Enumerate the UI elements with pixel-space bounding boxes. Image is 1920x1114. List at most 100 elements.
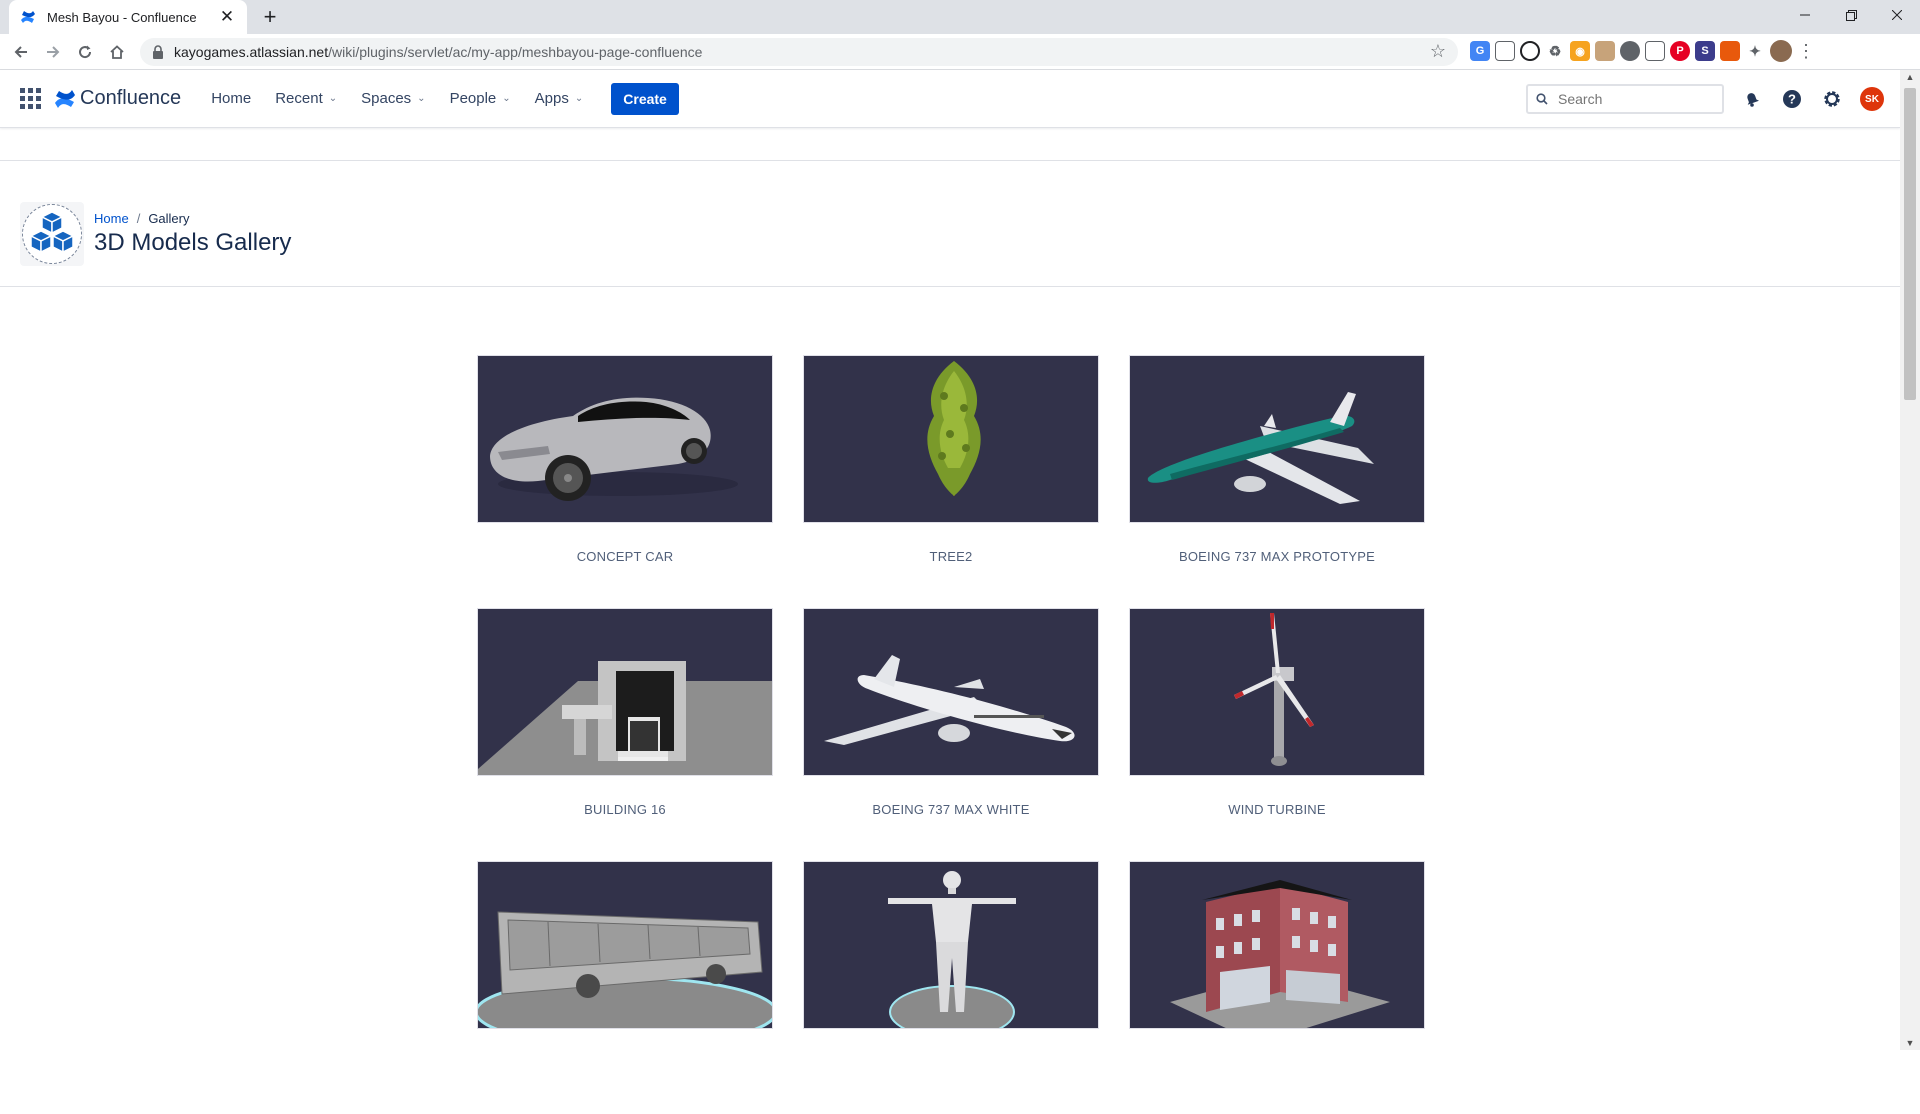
browser-tab[interactable]: Mesh Bayou - Confluence ✕	[9, 0, 247, 34]
model-caption: CONCEPT CAR	[576, 549, 674, 564]
browser-toolbar: kayogames.atlassian.net/wiki/plugins/ser…	[0, 34, 1920, 70]
gallery-card[interactable]: CONCEPT CAR	[477, 355, 773, 608]
space-logo[interactable]	[20, 202, 84, 266]
car-model-icon	[490, 397, 738, 501]
pocket-extension-icon[interactable]	[1495, 41, 1515, 61]
scroll-up-icon[interactable]: ▲	[1900, 72, 1920, 82]
nav-apps[interactable]: Apps ⌄	[523, 90, 596, 107]
model-thumbnail-brick-house[interactable]	[1129, 861, 1425, 1029]
browser-tabstrip: Mesh Bayou - Confluence ✕ +	[0, 0, 1920, 34]
svg-text:?: ?	[1788, 92, 1796, 107]
gallery-card[interactable]	[477, 861, 773, 1114]
model-caption: BUILDING 16	[584, 802, 666, 817]
page-header: Home / Gallery 3D Models Gallery	[0, 161, 1900, 287]
nav-recent[interactable]: Recent ⌄	[263, 90, 349, 107]
nav-home-label: Home	[211, 90, 252, 107]
extensions-bar: G ♻ ◉ P S ✦ ⋮	[1470, 40, 1815, 62]
pinterest-extension-icon[interactable]: P	[1670, 41, 1690, 61]
gallery-card[interactable]: WIND TURBINE	[1129, 608, 1425, 861]
tab-title: Mesh Bayou - Confluence	[47, 9, 197, 25]
main-nav: Home Recent ⌄ Spaces ⌄ People ⌄ Apps ⌄	[199, 90, 595, 107]
gallery-card[interactable]	[803, 861, 1099, 1114]
create-button[interactable]: Create	[611, 82, 679, 115]
tab-close-icon[interactable]: ✕	[217, 7, 237, 27]
sub-bar	[0, 128, 1900, 161]
model-caption: BOEING 737 MAX PROTOTYPE	[1178, 549, 1375, 564]
model-caption: BOEING 737 MAX WHITE	[872, 802, 1030, 817]
cookie-extension-icon[interactable]	[1595, 41, 1615, 61]
search-box[interactable]	[1526, 84, 1724, 114]
nav-apps-label: Apps	[534, 90, 569, 107]
chevron-down-icon: ⌄	[417, 93, 426, 104]
recycle-extension-icon[interactable]: ♻	[1545, 41, 1565, 61]
minimize-icon[interactable]	[1782, 0, 1828, 30]
model-thumbnail-wind-turbine[interactable]	[1129, 608, 1425, 776]
gallery-card[interactable]	[1129, 861, 1425, 1114]
nav-recent-label: Recent	[275, 90, 323, 107]
nav-people[interactable]: People ⌄	[438, 90, 523, 107]
model-thumbnail-boeing-prototype[interactable]	[1129, 355, 1425, 523]
building-model-icon	[478, 661, 772, 775]
bookmark-star-icon[interactable]: ☆	[1430, 41, 1446, 62]
address-bar[interactable]: kayogames.atlassian.net/wiki/plugins/ser…	[140, 38, 1458, 66]
profile-avatar[interactable]	[1770, 40, 1792, 62]
user-avatar[interactable]: SK	[1860, 87, 1884, 111]
model-thumbnail-boeing-white[interactable]	[803, 608, 1099, 776]
help-icon[interactable]: ?	[1772, 79, 1812, 119]
scroll-down-icon[interactable]: ▼	[1900, 1038, 1920, 1048]
confluence-logo[interactable]: Confluence	[54, 87, 181, 110]
browser-menu-icon[interactable]: ⋮	[1797, 41, 1815, 62]
confluence-logo-icon	[55, 89, 75, 108]
breadcrumb-home-link[interactable]: Home	[94, 211, 129, 226]
sync-extension-icon[interactable]	[1520, 41, 1540, 61]
new-tab-button[interactable]: +	[258, 5, 282, 29]
translate-extension-icon[interactable]: G	[1470, 41, 1490, 61]
restore-icon[interactable]	[1828, 0, 1874, 30]
bag-extension-icon[interactable]	[1720, 41, 1740, 61]
breadcrumb-current: Gallery	[148, 211, 190, 226]
gallery-card[interactable]: BOEING 737 MAX WHITE	[803, 608, 1099, 861]
settings-gear-icon[interactable]	[1812, 79, 1852, 119]
model-thumbnail-concept-car[interactable]	[477, 355, 773, 523]
nav-spaces-label: Spaces	[361, 90, 412, 107]
airplane-teal-model-icon	[1147, 392, 1374, 504]
model-gallery: CONCEPT CAR TREE2 BOEING 737 MAX PROTOTY…	[477, 355, 1425, 1114]
tree-model-icon	[927, 361, 981, 496]
back-arrow-icon[interactable]	[8, 39, 34, 65]
wind-turbine-model-icon	[1234, 613, 1314, 766]
gallery-card[interactable]: TREE2	[803, 355, 1099, 608]
search-icon	[1536, 93, 1548, 105]
home-icon[interactable]	[104, 39, 130, 65]
model-thumbnail-bus[interactable]	[477, 861, 773, 1029]
header-right: ? SK	[1526, 70, 1900, 128]
page-scrollbar[interactable]: ▲ ▼	[1900, 70, 1920, 1050]
model-thumbnail-human[interactable]	[803, 861, 1099, 1029]
nav-spaces[interactable]: Spaces ⌄	[349, 90, 437, 107]
scrollbar-thumb[interactable]	[1904, 88, 1916, 400]
model-thumbnail-tree[interactable]	[803, 355, 1099, 523]
notifications-bell-icon[interactable]	[1732, 79, 1772, 119]
url-text: kayogames.atlassian.net/wiki/plugins/ser…	[174, 44, 703, 60]
confluence-header: Confluence Home Recent ⌄ Spaces ⌄ People ⌄ …	[0, 70, 1900, 128]
window-extension-icon[interactable]	[1645, 41, 1665, 61]
circle-extension-icon[interactable]	[1620, 41, 1640, 61]
confluence-logo-text: Confluence	[80, 87, 182, 109]
model-caption: TREE2	[929, 549, 973, 564]
close-window-icon[interactable]	[1874, 0, 1920, 30]
breadcrumb-separator: /	[136, 211, 141, 226]
nav-home[interactable]: Home	[199, 90, 263, 107]
human-model-icon	[888, 871, 1016, 1028]
model-thumbnail-building[interactable]	[477, 608, 773, 776]
confluence-favicon-icon	[19, 8, 37, 26]
lock-icon	[152, 45, 166, 59]
search-input[interactable]	[1556, 90, 1706, 108]
forward-arrow-icon[interactable]	[40, 39, 66, 65]
screen-extension-icon[interactable]: S	[1695, 41, 1715, 61]
puzzle-extensions-icon[interactable]: ✦	[1745, 41, 1765, 61]
reload-icon[interactable]	[72, 39, 98, 65]
app-switcher-icon[interactable]	[20, 87, 42, 110]
gallery-card[interactable]: BOEING 737 MAX PROTOTYPE	[1129, 355, 1425, 608]
gallery-card[interactable]: BUILDING 16	[477, 608, 773, 861]
chevron-down-icon: ⌄	[328, 93, 338, 104]
rss-extension-icon[interactable]: ◉	[1570, 41, 1590, 61]
